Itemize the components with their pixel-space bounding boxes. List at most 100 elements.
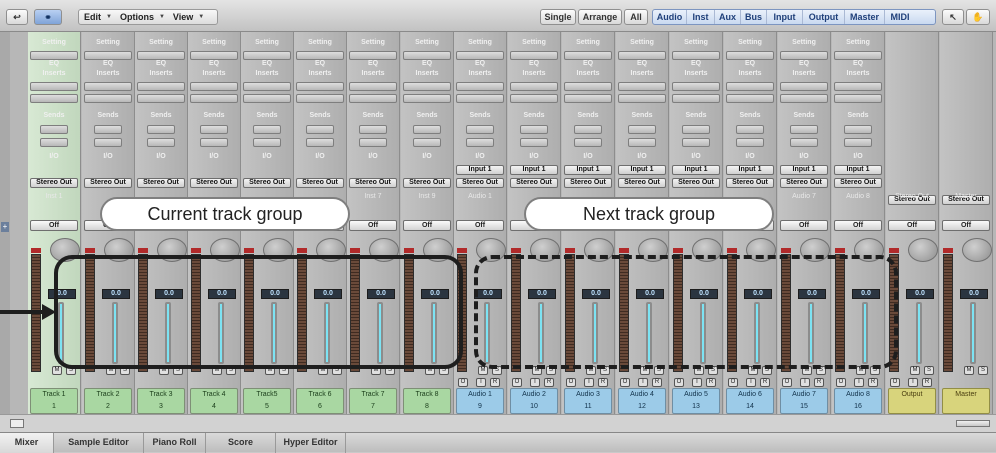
track-name-box[interactable]: Track5 5 [243,388,291,414]
tab-sample-editor[interactable]: Sample Editor [54,433,144,453]
insert-slot[interactable] [672,94,720,103]
output-button[interactable]: Stereo Out [564,178,612,188]
output-button[interactable]: Stereo Out [672,178,720,188]
filter-aux[interactable]: Aux [715,10,741,24]
automation-off-button[interactable]: Off [888,220,936,231]
output-button[interactable]: Stereo Out [780,178,828,188]
insert-slot[interactable] [349,82,397,91]
filter-inst[interactable]: Inst [687,10,715,24]
automation-off-button[interactable]: Off [349,220,397,231]
setting-label[interactable]: Setting [84,37,132,49]
output-button[interactable]: Stereo Out [137,178,185,188]
setting-label[interactable]: Setting [30,37,78,49]
filter-audio[interactable]: Audio [653,10,687,24]
send-slot[interactable] [574,138,602,147]
setting-label[interactable]: Setting [243,37,291,49]
record-button[interactable]: R [544,378,554,387]
record-button[interactable]: R [652,378,662,387]
insert-slot[interactable] [243,94,291,103]
volume-fader[interactable] [918,304,920,362]
send-slot[interactable] [359,125,387,134]
input-monitor-button[interactable]: I [692,378,702,387]
track-name-box[interactable]: Audio 2 10 [510,388,558,414]
automation-off-button[interactable]: Off [403,220,451,231]
insert-slot[interactable] [190,82,238,91]
send-slot[interactable] [844,138,872,147]
monitor-button[interactable]: O [620,378,630,387]
setting-label[interactable]: Setting [349,37,397,49]
edit-menu[interactable]: Edit [79,12,106,22]
send-slot[interactable] [40,125,68,134]
send-slot[interactable] [253,125,281,134]
solo-button[interactable]: S [978,366,988,375]
send-slot[interactable] [94,138,122,147]
track-name-box[interactable]: Track 2 2 [84,388,132,414]
track-name-box[interactable]: Output [888,388,936,414]
filter-midi[interactable]: MIDI [885,10,915,24]
insert-slot[interactable] [190,94,238,103]
send-slot[interactable] [736,125,764,134]
record-button[interactable]: R [814,378,824,387]
pan-knob[interactable] [962,238,992,262]
input-button[interactable]: Input 1 [564,165,612,175]
input-button[interactable]: Input 1 [456,165,504,175]
send-slot[interactable] [147,125,175,134]
setting-label[interactable]: Setting [296,37,344,49]
output-button[interactable]: Stereo Out [243,178,291,188]
send-slot[interactable] [359,138,387,147]
mute-button[interactable]: M [52,366,62,375]
send-slot[interactable] [790,125,818,134]
send-slot[interactable] [466,125,494,134]
track-name-box[interactable]: Audio 8 16 [834,388,882,414]
input-button[interactable]: Input 1 [618,165,666,175]
automation-off-button[interactable]: Off [834,220,882,231]
input-button[interactable]: Input 1 [672,165,720,175]
insert-slot[interactable] [403,94,451,103]
send-slot[interactable] [628,138,656,147]
insert-slot[interactable] [726,94,774,103]
record-button[interactable]: R [598,378,608,387]
monitor-button[interactable]: O [782,378,792,387]
track-name-box[interactable]: Audio 5 13 [672,388,720,414]
setting-label[interactable]: Setting [834,37,882,49]
input-monitor-button[interactable]: I [638,378,648,387]
input-monitor-button[interactable]: I [746,378,756,387]
channel-strip[interactable]: Stereo Out Master Off 0.0 M S Master [940,32,993,414]
automation-off-button[interactable]: Off [456,220,504,231]
input-monitor-button[interactable]: I [584,378,594,387]
insert-slot[interactable] [618,82,666,91]
record-button[interactable]: R [868,378,878,387]
solo-button[interactable]: S [924,366,934,375]
track-name-box[interactable]: Track 1 1 [30,388,78,414]
options-menu[interactable]: Options [115,12,159,22]
setting-label[interactable]: Setting [564,37,612,49]
add-strip-icon[interactable]: + [1,222,9,232]
output-button[interactable]: Stereo Out [84,178,132,188]
track-name-box[interactable]: Audio 3 11 [564,388,612,414]
tab-hyper-editor[interactable]: Hyper Editor [276,433,346,453]
send-slot[interactable] [682,138,710,147]
record-button[interactable]: R [922,378,932,387]
zoom-slider[interactable] [956,420,990,427]
insert-slot[interactable] [672,82,720,91]
insert-slot[interactable] [296,82,344,91]
automation-off-button[interactable]: Off [780,220,828,231]
track-name-box[interactable]: Track 4 4 [190,388,238,414]
tab-mixer[interactable]: Mixer [0,433,54,453]
setting-label[interactable]: Setting [137,37,185,49]
insert-slot[interactable] [456,94,504,103]
insert-slot[interactable] [243,82,291,91]
input-button[interactable]: Input 1 [726,165,774,175]
insert-slot[interactable] [296,94,344,103]
insert-slot[interactable] [726,82,774,91]
record-button[interactable]: R [490,378,500,387]
tab-piano-roll[interactable]: Piano Roll [144,433,206,453]
automation-off-button[interactable]: Off [30,220,78,231]
input-button[interactable]: Input 1 [510,165,558,175]
mute-button[interactable]: M [964,366,974,375]
insert-slot[interactable] [618,94,666,103]
send-slot[interactable] [40,138,68,147]
output-button[interactable]: Stereo Out [456,178,504,188]
track-name-box[interactable]: Audio 1 9 [456,388,504,414]
insert-slot[interactable] [403,82,451,91]
